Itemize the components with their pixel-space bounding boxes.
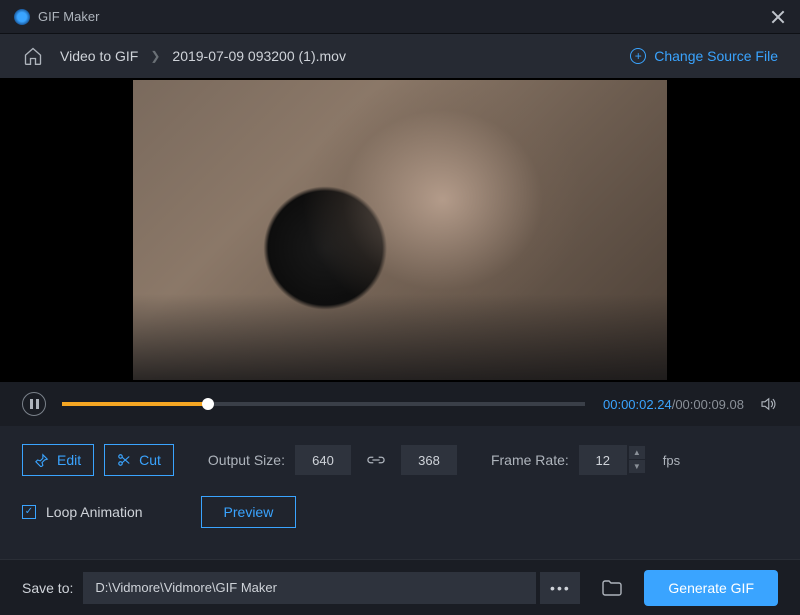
footer: Save to: ••• Generate GIF	[0, 559, 800, 615]
time-current: 00:00:02.24	[603, 397, 672, 412]
fps-stepper: ▲ ▼	[629, 446, 645, 474]
change-source-button[interactable]: + Change Source File	[630, 48, 778, 64]
progress-handle[interactable]	[202, 398, 214, 410]
frame-rate-label: Frame Rate:	[491, 452, 569, 468]
app-title: GIF Maker	[38, 9, 99, 24]
fps-unit: fps	[663, 453, 680, 468]
preview-button[interactable]: Preview	[201, 496, 297, 528]
open-folder-button[interactable]	[594, 572, 630, 604]
save-to-label: Save to:	[22, 580, 73, 596]
step-down-button[interactable]: ▼	[629, 460, 645, 474]
generate-gif-button[interactable]: Generate GIF	[644, 570, 778, 606]
loop-checkbox[interactable]: ✓ Loop Animation	[22, 504, 143, 520]
app-icon	[14, 9, 30, 25]
scissors-icon	[117, 453, 131, 467]
loop-label: Loop Animation	[46, 504, 143, 520]
height-input[interactable]	[401, 445, 457, 475]
time-duration: 00:00:09.08	[675, 397, 744, 412]
plus-circle-icon: +	[630, 48, 646, 64]
home-icon[interactable]	[22, 46, 44, 66]
video-preview[interactable]	[133, 80, 667, 380]
progress-fill	[62, 402, 208, 406]
playback-bar: 00:00:02.24/00:00:09.08	[0, 382, 800, 426]
time-display: 00:00:02.24/00:00:09.08	[603, 397, 744, 412]
edit-label: Edit	[57, 452, 81, 468]
fps-input[interactable]	[579, 445, 627, 475]
change-source-label: Change Source File	[654, 48, 778, 64]
volume-icon[interactable]	[758, 395, 778, 413]
breadcrumb: Video to GIF ❯ 2019-07-09 093200 (1).mov	[60, 48, 346, 64]
controls-panel: Edit Cut Output Size: Frame Rate: ▲ ▼ fp…	[0, 426, 800, 559]
browse-button[interactable]: •••	[540, 572, 580, 604]
step-up-button[interactable]: ▲	[629, 446, 645, 460]
close-icon[interactable]	[770, 9, 786, 25]
pin-icon	[35, 453, 49, 467]
folder-icon	[602, 580, 622, 596]
video-preview-area	[0, 78, 800, 382]
checkbox-icon: ✓	[22, 505, 36, 519]
breadcrumb-item[interactable]: 2019-07-09 093200 (1).mov	[172, 48, 346, 64]
output-size-label: Output Size:	[208, 452, 285, 468]
breadcrumb-item[interactable]: Video to GIF	[60, 48, 138, 64]
pause-icon	[30, 399, 39, 409]
width-input[interactable]	[295, 445, 351, 475]
chevron-right-icon: ❯	[150, 49, 160, 63]
save-path-input[interactable]	[83, 572, 536, 604]
progress-track[interactable]	[62, 402, 585, 406]
toolbar: Video to GIF ❯ 2019-07-09 093200 (1).mov…	[0, 34, 800, 78]
edit-button[interactable]: Edit	[22, 444, 94, 476]
pause-button[interactable]	[22, 392, 46, 416]
titlebar: GIF Maker	[0, 0, 800, 34]
link-icon[interactable]	[367, 453, 385, 467]
cut-label: Cut	[139, 452, 161, 468]
cut-button[interactable]: Cut	[104, 444, 174, 476]
